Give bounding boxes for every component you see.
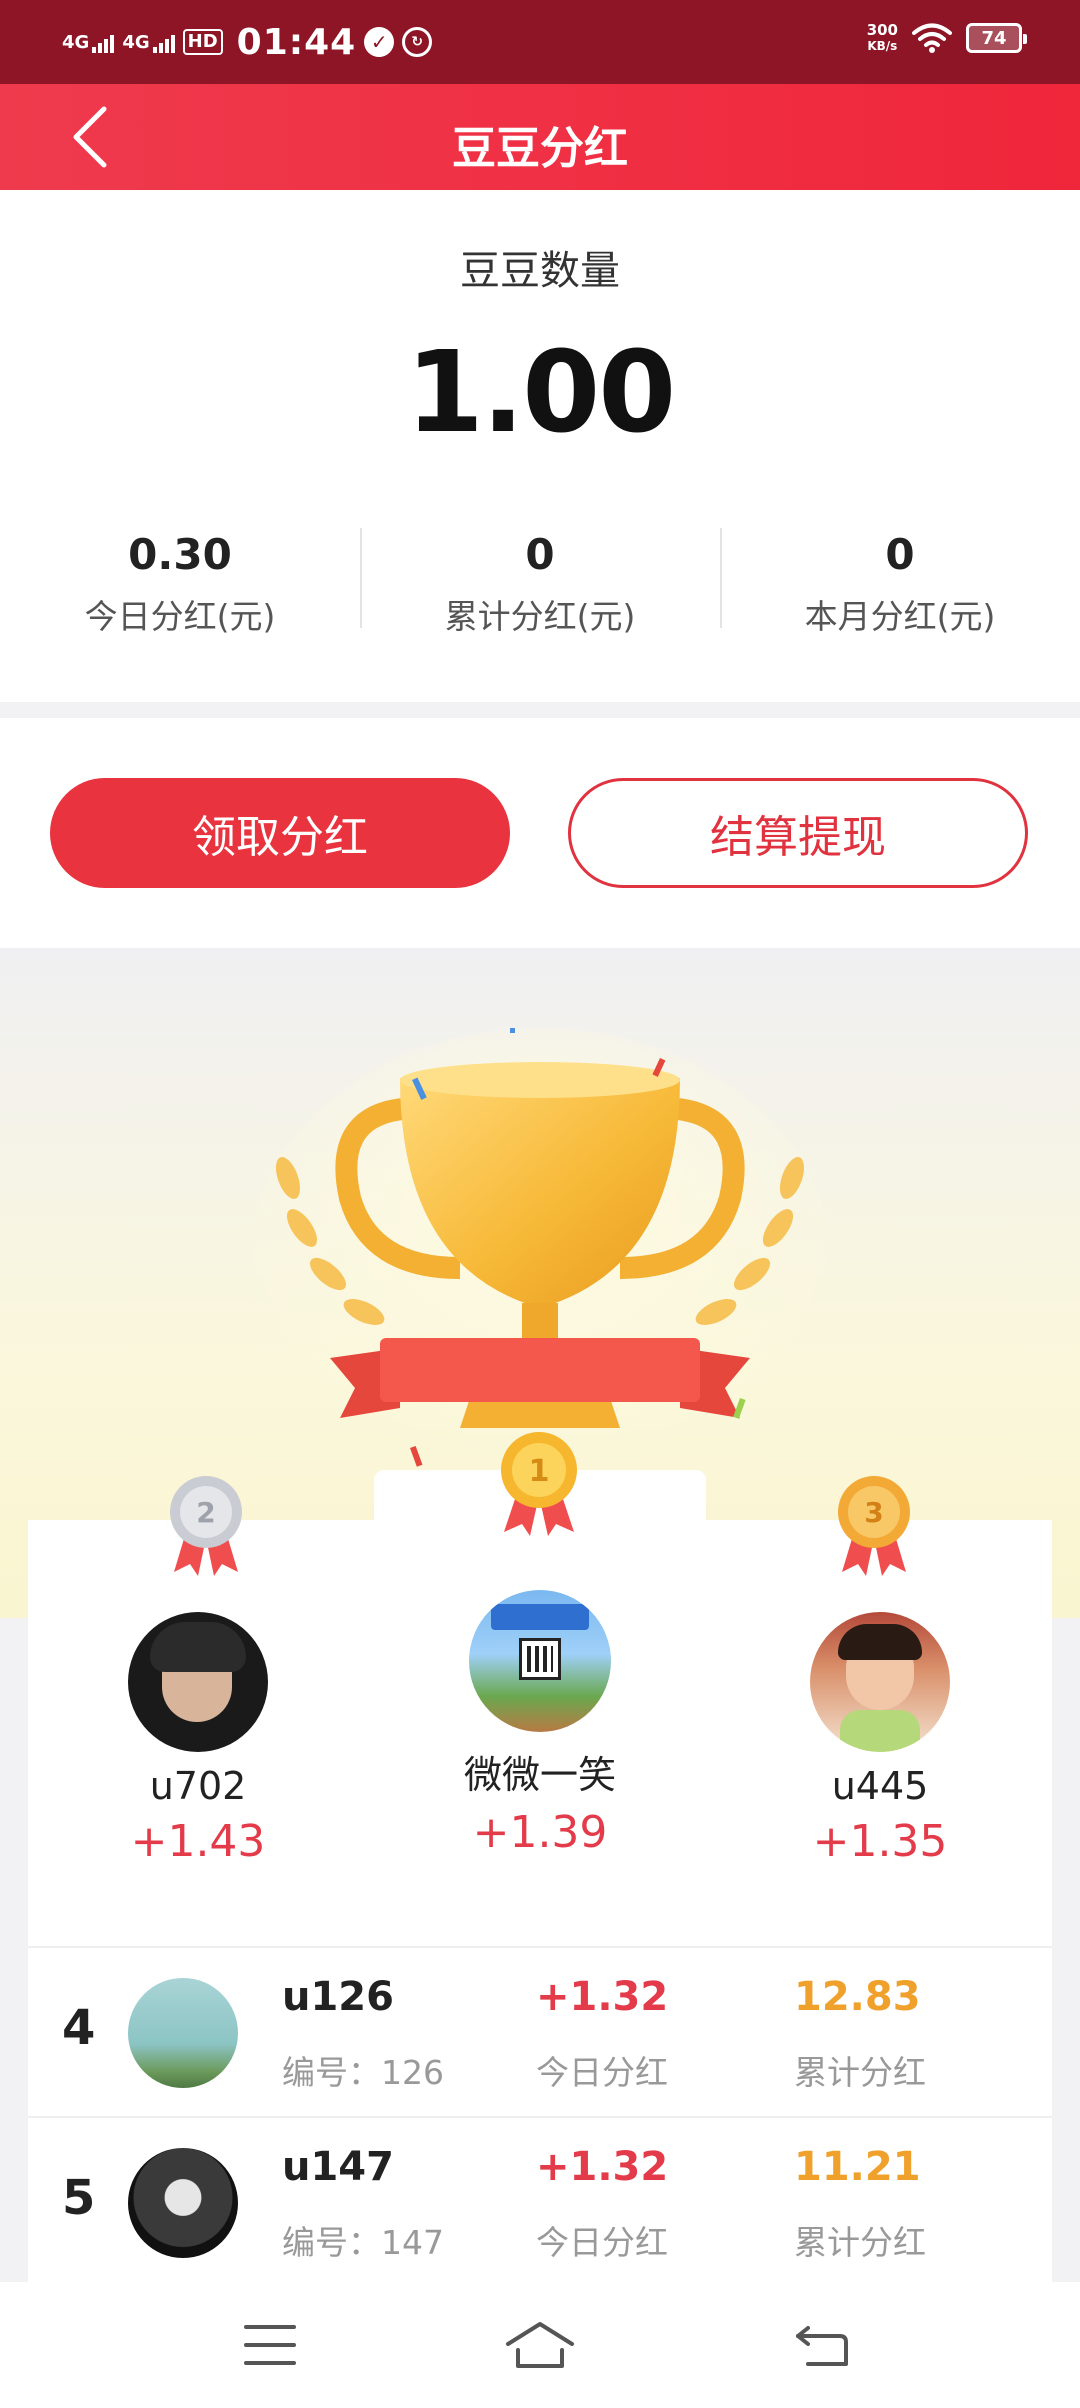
- home-button[interactable]: [500, 2310, 580, 2380]
- rank-number: 5: [62, 2170, 96, 2226]
- medal-rank-1: 1: [529, 1454, 550, 1489]
- rank-number: 4: [62, 2000, 96, 2056]
- medal-rank-2: 2: [196, 1496, 215, 1529]
- stat-total-value: 0: [525, 530, 555, 579]
- today-dividend-label: 今日分红: [536, 2223, 668, 2262]
- net-speed: 300 KB/s: [867, 22, 898, 54]
- today-dividend-label: 今日分红: [536, 2053, 668, 2092]
- podium-first[interactable]: 微微一笑 +1.39: [420, 1590, 660, 1858]
- podium-second-name: u702: [149, 1764, 247, 1808]
- stat-month: 0 本月分红(元): [720, 528, 1080, 638]
- total-dividend-value: 12.83: [794, 1974, 921, 2020]
- stat-today-value: 0.30: [128, 530, 232, 579]
- user-id: 编号：126: [282, 2053, 444, 2092]
- page-title: 豆豆分红: [452, 123, 628, 174]
- sync-icon: ↻: [402, 27, 433, 57]
- podium-second-gain: +1.43: [130, 1816, 266, 1867]
- battery-level: 74: [981, 27, 1007, 49]
- user-id: 编号：147: [282, 2223, 444, 2262]
- status-bar: 4G 4G HD 01:44 ✓ ↻ 300 KB/s 74: [0, 0, 1080, 84]
- gold-medal-icon: 1: [501, 1432, 577, 1536]
- podium-first-name: 微微一笑: [463, 1753, 616, 1797]
- network-type-1: 4G: [62, 31, 90, 53]
- stat-month-value: 0: [885, 530, 915, 579]
- bean-summary: 豆豆数量 1.00 0.30 今日分红(元) 0 累计分红(元) 0 本月分红(…: [0, 190, 1080, 702]
- stat-month-label: 本月分红(元): [804, 597, 996, 636]
- stat-today-label: 今日分红(元): [84, 597, 276, 636]
- signal-1: 4G: [62, 31, 115, 53]
- total-dividend-value: 11.21: [794, 2144, 921, 2190]
- total-dividend-label: 累计分红: [794, 2053, 926, 2092]
- menu-button[interactable]: [230, 2310, 310, 2380]
- stat-total-label: 累计分红(元): [444, 597, 636, 636]
- dividend-stats: 0.30 今日分红(元) 0 累计分红(元) 0 本月分红(元): [0, 528, 1080, 638]
- podium-third-name: u445: [831, 1764, 929, 1808]
- signal-bars-icon: [152, 33, 175, 53]
- check-icon: ✓: [364, 27, 395, 57]
- home-icon: [506, 2322, 574, 2368]
- battery-icon: 74: [966, 23, 1027, 53]
- user-name: u147: [282, 2144, 394, 2190]
- back-nav-button[interactable]: [782, 2310, 862, 2380]
- podium-third[interactable]: u445 +1.35: [780, 1612, 980, 1867]
- hd-voice-icon: HD: [182, 29, 223, 55]
- today-dividend-value: +1.32: [536, 1974, 669, 2020]
- podium-third-gain: +1.35: [812, 1816, 948, 1867]
- wifi-icon: [912, 23, 952, 53]
- net-speed-value: 300: [866, 21, 898, 39]
- avatar: [810, 1612, 950, 1752]
- list-item[interactable]: 5 u147 编号：147 +1.32 今日分红 11.21 累计分红: [28, 2116, 1052, 2286]
- total-dividend-label: 累计分红: [794, 2223, 926, 2262]
- system-nav-bar: [0, 2282, 1080, 2408]
- avatar: [128, 2148, 238, 2258]
- podium-first-gain: +1.39: [472, 1807, 608, 1858]
- list-item[interactable]: 4 u126 编号：126 +1.32 今日分红 12.83 累计分红: [28, 1946, 1052, 2116]
- stat-today: 0.30 今日分红(元): [0, 528, 360, 638]
- avatar: [128, 1612, 268, 1752]
- podium-second[interactable]: u702 +1.43: [98, 1612, 298, 1867]
- clock: 01:44: [236, 21, 357, 63]
- stat-total: 0 累计分红(元): [360, 528, 720, 638]
- user-name: u126: [282, 1974, 394, 2020]
- withdraw-button[interactable]: 结算提现: [568, 778, 1028, 888]
- bean-count-label: 豆豆数量: [460, 248, 620, 294]
- claim-dividend-button[interactable]: 领取分红: [50, 778, 510, 888]
- network-type-2: 4G: [122, 31, 150, 53]
- bean-count-value: 1.00: [405, 328, 676, 458]
- menu-icon: [244, 2325, 296, 2365]
- return-icon: [796, 2326, 848, 2366]
- signal-bars-icon: [92, 33, 115, 53]
- action-buttons: 领取分红 结算提现: [0, 718, 1080, 948]
- net-speed-unit: KB/s: [867, 39, 898, 53]
- silver-medal-icon: 2: [170, 1476, 242, 1576]
- avatar: [128, 1978, 238, 2088]
- medal-rank-3: 3: [864, 1496, 883, 1529]
- today-dividend-value: +1.32: [536, 2144, 669, 2190]
- bronze-medal-icon: 3: [838, 1476, 910, 1576]
- title-bar: 豆豆分红: [0, 84, 1080, 190]
- avatar: [469, 1590, 611, 1732]
- signal-2: 4G: [122, 31, 175, 53]
